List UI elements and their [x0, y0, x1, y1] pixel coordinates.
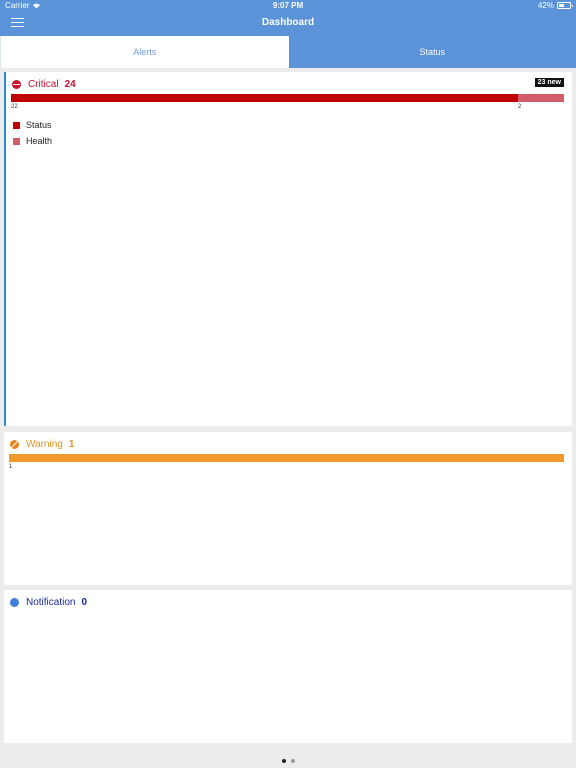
- critical-header: Critical 24: [12, 79, 76, 90]
- warning-icon: [10, 440, 19, 449]
- warning-bar: [9, 454, 564, 462]
- warning-bar-segment[interactable]: [9, 454, 564, 462]
- critical-legend: Status Health: [13, 120, 52, 152]
- critical-count: 24: [64, 79, 76, 90]
- notification-header: Notification 0: [10, 597, 87, 608]
- battery-indicator: 42%: [537, 1, 573, 10]
- legend-label-status: Status: [26, 120, 52, 130]
- page-title: Dashboard: [261, 17, 315, 28]
- critical-status-count: 22: [11, 104, 18, 110]
- critical-bar: [11, 94, 564, 102]
- segmented-tabs: Alerts Status: [0, 36, 576, 68]
- critical-bar-health[interactable]: [517, 94, 564, 102]
- battery-percent: 42%: [537, 1, 554, 10]
- legend-item-status: Status: [13, 120, 52, 130]
- warning-panel[interactable]: Warning 1 1: [4, 432, 572, 585]
- status-bar: Carrier 9:07 PM 42%: [0, 0, 576, 12]
- notification-label: Notification: [26, 597, 76, 608]
- new-badge: 23 new: [534, 78, 564, 87]
- tab-alerts[interactable]: Alerts: [0, 36, 289, 68]
- critical-panel[interactable]: Critical 24 23 new 22 2 Status Health: [4, 72, 572, 426]
- legend-label-health: Health: [26, 136, 53, 146]
- tab-status[interactable]: Status: [288, 36, 576, 68]
- notification-count: 0: [81, 597, 88, 608]
- legend-item-health: Health: [13, 136, 52, 146]
- warning-label: Warning: [26, 439, 63, 450]
- legend-swatch-status: [13, 121, 20, 129]
- notification-panel[interactable]: Notification 0: [4, 590, 572, 743]
- critical-label: Critical: [28, 79, 59, 90]
- nav-bar: Dashboard: [0, 12, 576, 36]
- warning-header: Warning 1: [10, 439, 74, 450]
- info-icon: [10, 598, 19, 607]
- critical-icon: [12, 80, 21, 89]
- warning-segment-count: 1: [9, 464, 13, 470]
- page-indicator[interactable]: [0, 759, 576, 763]
- legend-swatch-health: [13, 137, 20, 145]
- clock: 9:07 PM: [272, 1, 304, 10]
- critical-health-count: 2: [517, 104, 522, 110]
- critical-bar-status[interactable]: [11, 94, 518, 102]
- page-dot-1[interactable]: [281, 759, 286, 763]
- warning-count: 1: [68, 439, 75, 450]
- battery-icon: [557, 2, 573, 9]
- page-dot-2[interactable]: [290, 759, 295, 763]
